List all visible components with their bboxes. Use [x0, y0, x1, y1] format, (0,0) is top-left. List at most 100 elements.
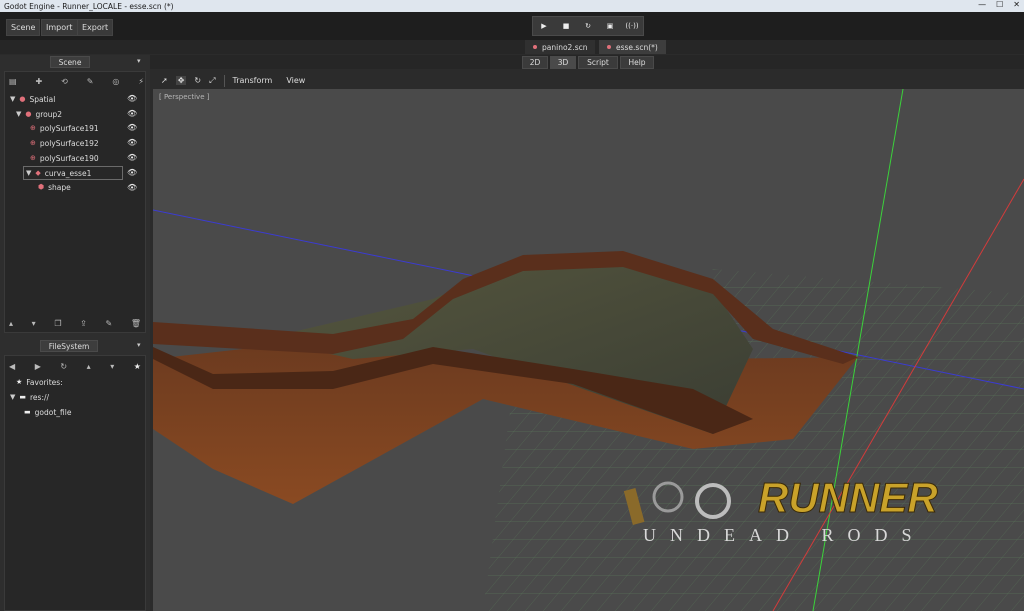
- edit-icon[interactable]: ✎: [105, 319, 112, 328]
- scene-render: RUNNER UNDEAD RODS: [153, 89, 1024, 611]
- tab-3d[interactable]: 3D: [550, 56, 576, 69]
- tree-item-shape[interactable]: ⬢ shape: [38, 180, 71, 194]
- play-scene-icon[interactable]: ▣: [603, 22, 617, 30]
- delete-icon[interactable]: 🗑: [131, 319, 141, 328]
- spatial-icon: ●: [25, 110, 32, 118]
- folder-item-godot-file[interactable]: ▬ godot_file: [24, 405, 71, 419]
- view-menu[interactable]: View: [286, 76, 305, 85]
- menu-bar: [0, 12, 1024, 42]
- mode-tabs-bar: [0, 55, 1024, 69]
- scene-toolbar: ▤ ✚ ⟲ ✎ ◎ ⚡: [9, 75, 144, 87]
- move-tool-icon[interactable]: ✥: [175, 76, 187, 85]
- signal-icon[interactable]: ⚡: [138, 77, 144, 86]
- favorites-label: Favorites:: [26, 377, 63, 387]
- play-icon[interactable]: ▶: [537, 22, 551, 30]
- play-toolbar: ▶ ■ ↻ ▣ ((·)): [532, 16, 644, 36]
- visibility-eye-icon[interactable]: 👁: [127, 168, 137, 177]
- tree-item-polysurface191[interactable]: ⊕ polySurface191: [30, 121, 99, 135]
- up-icon[interactable]: ▴: [87, 362, 91, 371]
- mesh-icon: ⊕: [30, 139, 36, 147]
- menu-import[interactable]: Import: [41, 19, 78, 36]
- dock-menu-icon[interactable]: ▾: [137, 341, 141, 349]
- restart-icon[interactable]: ↻: [581, 22, 595, 30]
- select-tool-icon[interactable]: ➚: [161, 76, 168, 85]
- favorites-item[interactable]: ★ Favorites:: [16, 375, 63, 389]
- tab-script[interactable]: Script: [578, 56, 618, 69]
- duplicate-icon[interactable]: ❐: [54, 319, 61, 328]
- remote-debug-icon[interactable]: ((·)): [625, 22, 639, 30]
- back-icon[interactable]: ◀: [9, 362, 15, 371]
- visibility-eye-icon[interactable]: 👁: [127, 123, 137, 132]
- tree-item-polysurface190[interactable]: ⊕ polySurface190: [30, 151, 99, 165]
- star-icon: ★: [16, 378, 23, 386]
- tree-item-curva-esse1[interactable]: ▼ ◆ curva_esse1: [23, 166, 123, 180]
- viewport-toolbar: ➚ ✥ ↻ ⤢ Transform View: [153, 72, 1024, 89]
- forward-icon[interactable]: ▶: [35, 362, 41, 371]
- mesh-icon: ⊕: [30, 124, 36, 132]
- maximize-icon[interactable]: ☐: [996, 0, 1003, 9]
- refresh-icon[interactable]: ↻: [60, 362, 67, 371]
- tree-item-polysurface192[interactable]: ⊕ polySurface192: [30, 136, 99, 150]
- expand-icon[interactable]: ▼: [10, 393, 15, 401]
- reparent-icon[interactable]: ⇪: [80, 319, 87, 328]
- runner-logo-subtitle: UNDEAD RODS: [643, 525, 926, 545]
- expand-icon[interactable]: ▼: [26, 169, 31, 177]
- menu-scene[interactable]: Scene: [6, 19, 41, 36]
- script-icon[interactable]: ✎: [87, 77, 94, 86]
- tree-item-label: shape: [48, 182, 71, 192]
- visibility-eye-icon[interactable]: 👁: [127, 109, 137, 118]
- tree-item-label: Spatial: [29, 94, 56, 104]
- visibility-eye-icon[interactable]: 👁: [127, 183, 137, 192]
- scene-dock-title[interactable]: Scene: [50, 56, 90, 68]
- scene-dot-icon: [607, 45, 611, 49]
- visibility-eye-icon[interactable]: 👁: [127, 94, 137, 103]
- group-icon[interactable]: ◎: [112, 77, 119, 86]
- dock-menu-icon[interactable]: ▾: [137, 57, 141, 65]
- visibility-eye-icon[interactable]: 👁: [127, 153, 137, 162]
- window-title: Godot Engine - Runner_LOCALE - esse.scn …: [4, 1, 174, 11]
- spatial-icon: ●: [19, 95, 26, 103]
- perspective-label[interactable]: [ Perspective ]: [159, 93, 209, 101]
- favorite-star-icon[interactable]: ★: [134, 362, 141, 371]
- filesystem-dock-title[interactable]: FileSystem: [40, 340, 98, 352]
- scene-tab-panino2[interactable]: panino2.scn: [525, 40, 596, 54]
- tab-help[interactable]: Help: [620, 56, 654, 69]
- tab-2d[interactable]: 2D: [522, 56, 548, 69]
- tree-item-group2[interactable]: ▼ ● group2: [16, 107, 62, 121]
- transform-menu[interactable]: Transform: [233, 76, 273, 85]
- mesh-icon: ⊕: [30, 154, 36, 162]
- scene-bottom-toolbar: ▴ ▾ ❐ ⇪ ✎ 🗑: [9, 317, 141, 329]
- tree-item-spatial[interactable]: ▼ ● Spatial: [10, 92, 55, 106]
- add-node-icon[interactable]: ✚: [36, 77, 43, 86]
- tree-item-label: polySurface192: [39, 138, 99, 148]
- expand-icon[interactable]: ▼: [16, 110, 21, 118]
- close-icon[interactable]: ✕: [1013, 0, 1020, 9]
- new-node-icon[interactable]: ▤: [9, 77, 17, 86]
- staticbody-icon: ◆: [35, 169, 41, 177]
- visibility-eye-icon[interactable]: 👁: [127, 138, 137, 147]
- tree-item-label: polySurface190: [39, 153, 99, 163]
- rotate-tool-icon[interactable]: ↻: [194, 76, 201, 85]
- runner-logo-title: RUNNER: [758, 474, 938, 521]
- stop-icon[interactable]: ■: [559, 22, 573, 30]
- scene-tab-esse[interactable]: esse.scn(*): [599, 40, 666, 54]
- res-root-label: res://: [30, 392, 50, 402]
- minimize-icon[interactable]: —: [978, 0, 986, 9]
- folder-label: godot_file: [34, 407, 72, 417]
- scene-dot-icon: [533, 45, 537, 49]
- menu-export[interactable]: Export: [77, 19, 114, 36]
- move-down-icon[interactable]: ▾: [32, 319, 36, 328]
- scale-tool-icon[interactable]: ⤢: [209, 76, 215, 86]
- toolbar-divider: [223, 74, 225, 87]
- tree-item-label: curva_esse1: [44, 168, 92, 178]
- collision-icon: ⬢: [38, 183, 45, 191]
- 3d-viewport[interactable]: RUNNER UNDEAD RODS: [153, 89, 1024, 611]
- instance-icon[interactable]: ⟲: [61, 77, 68, 86]
- move-up-icon[interactable]: ▴: [9, 319, 13, 328]
- scene-tab-label: panino2.scn: [542, 42, 588, 52]
- down-icon[interactable]: ▾: [110, 362, 114, 371]
- scene-tabs-bar: [0, 40, 1024, 54]
- res-root-item[interactable]: ▼ ▬ res://: [10, 390, 49, 404]
- expand-icon[interactable]: ▼: [10, 95, 15, 103]
- filesystem-toolbar: ◀ ▶ ↻ ▴ ▾ ★: [9, 359, 141, 373]
